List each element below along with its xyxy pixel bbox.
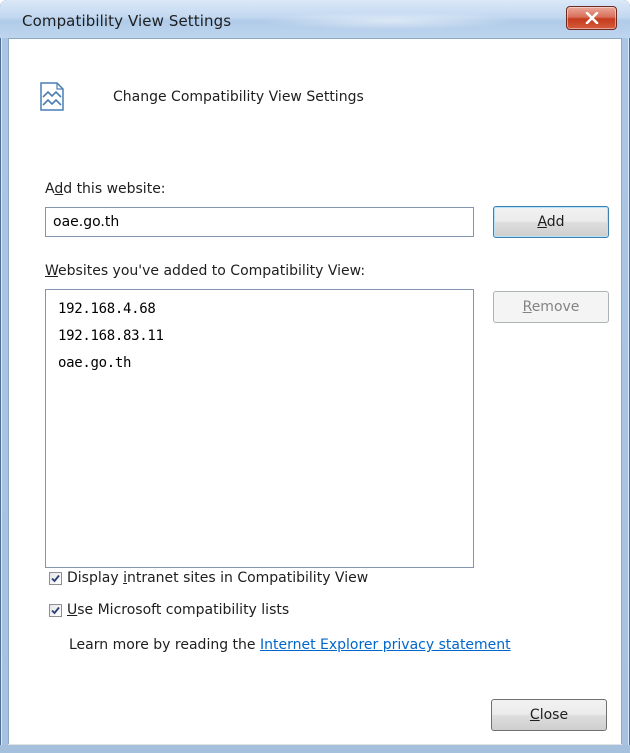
compatibility-view-icon — [40, 82, 64, 111]
title-bar[interactable]: Compatibility View Settings — [0, 0, 630, 38]
title-glass-highlight — [260, 12, 520, 30]
intranet-checkbox[interactable] — [49, 571, 62, 585]
dialog-window: Compatibility View Settings Change Compa… — [0, 0, 630, 753]
window-frame-bottom — [0, 745, 630, 753]
websites-listbox[interactable]: 192.168.4.68 192.168.83.11 oae.go.th — [45, 289, 474, 568]
close-button[interactable]: Close — [491, 699, 607, 731]
remove-button-label: Remove — [522, 299, 580, 315]
privacy-statement-link[interactable]: Internet Explorer privacy statement — [260, 637, 511, 653]
add-button[interactable]: Add — [493, 206, 609, 238]
intranet-option-label: Display intranet sites in Compatibility … — [67, 570, 369, 586]
remove-button[interactable]: Remove — [493, 291, 609, 323]
checkmark-icon — [51, 574, 60, 582]
close-icon — [585, 12, 598, 24]
list-item[interactable]: 192.168.4.68 — [46, 296, 473, 323]
close-button-label: Close — [529, 707, 569, 723]
dialog-client-area: Change Compatibility View Settings Add t… — [8, 38, 622, 753]
window-title: Compatibility View Settings — [22, 12, 232, 30]
learn-more-text: Learn more by reading the Internet Explo… — [69, 637, 511, 653]
ms-lists-option[interactable]: Use Microsoft compatibility lists — [49, 602, 289, 618]
dialog-heading: Change Compatibility View Settings — [113, 89, 364, 105]
list-item[interactable]: oae.go.th — [46, 350, 473, 377]
ms-lists-option-label: Use Microsoft compatibility lists — [67, 602, 290, 618]
ms-lists-checkbox[interactable] — [49, 603, 62, 617]
add-website-input[interactable] — [45, 207, 474, 237]
checkmark-icon — [51, 606, 60, 614]
add-website-label: Add this website: — [45, 181, 166, 197]
window-close-button[interactable] — [566, 6, 617, 30]
add-button-label: Add — [537, 214, 565, 230]
list-item[interactable]: 192.168.83.11 — [46, 323, 473, 350]
websites-list-label: Websites you've added to Compatibility V… — [45, 263, 366, 279]
intranet-option[interactable]: Display intranet sites in Compatibility … — [49, 570, 368, 586]
